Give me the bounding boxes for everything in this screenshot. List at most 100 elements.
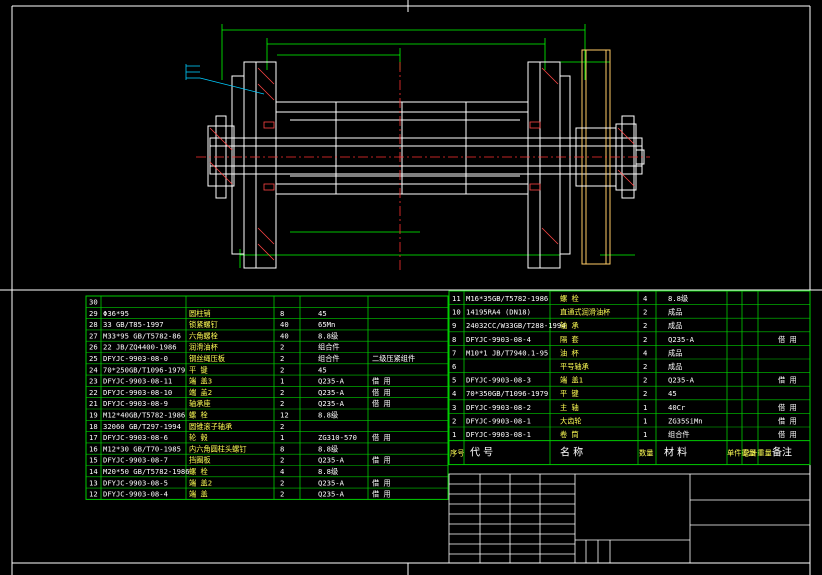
bom-right-row-material: 成品 (668, 308, 682, 317)
bom-left-row-name: 钢丝绳压板 (189, 354, 225, 363)
bom-left-row-material: 组合件 (318, 354, 340, 363)
bom-left-row-qty: 2 (280, 354, 284, 363)
bom-right-row-code: 70*350GB/T1096-1979 (466, 389, 548, 398)
bom-left-row-note: 借 用 (372, 377, 391, 386)
bom-right-row-no: 11 (452, 294, 461, 303)
bom-header-name: 名 称 (560, 446, 583, 459)
bom-right-row-name: 直通式润滑油杯 (560, 308, 610, 317)
winch-drum-section-view (185, 24, 650, 270)
bom-right-row-qty: 2 (643, 376, 647, 385)
bom-left-row-code: DFYJC-9903-08-6 (103, 433, 168, 442)
bom-left-row-qty: 2 (280, 388, 284, 397)
bom-right-row-name: 隔 套 (560, 335, 579, 344)
bom-right-row-qty: 1 (643, 403, 647, 412)
bom-right-row-code: M10*1 JB/T7940.1-95 (466, 348, 548, 357)
bom-left-row-code: Φ36*95 (103, 309, 129, 318)
bom-left-row-note: 借 用 (372, 456, 391, 465)
bom-left-row-code: DFYJC-9903-08-5 (103, 478, 168, 487)
bom-left-row-qty: 4 (280, 467, 284, 476)
bom-right-row-qty: 1 (643, 430, 647, 439)
bom-left-row-material: 8.8级 (318, 331, 338, 340)
bom-right-row-material: 成品 (668, 362, 682, 371)
bom-left-row-note: 借 用 (372, 490, 391, 499)
bom-left-row-no: 17 (89, 433, 98, 442)
bom-header-no: 序号 (450, 449, 464, 458)
bom-right-row-note: 借 用 (778, 430, 797, 439)
bom-right-row-code: 14195RA4 (DN18) (466, 308, 531, 317)
bom-right-row-note: 借 用 (778, 335, 797, 344)
bom-right-row-material: 组合件 (668, 430, 690, 439)
bom-right-row-no: 3 (452, 403, 456, 412)
bom-left-row-name: 轴承座 (189, 399, 211, 408)
part-callout (185, 64, 265, 95)
bom-left-row-note: 借 用 (372, 433, 391, 442)
bom-left-table: 3029 Φ36*95 圆柱销 8 4528 33 GB/T85-1997 锁紧螺钉 40 65… (85, 295, 449, 500)
bom-left-row-qty: 2 (280, 365, 284, 374)
bom-right-row-code: 24032CC/W33GB/T288-1994 (466, 321, 566, 330)
bom-left-row-material: 组合件 (318, 343, 340, 352)
drum-barrel (275, 101, 529, 195)
bom-right-row-note: 借 用 (778, 403, 797, 412)
bom-left-row-material: Q235-A (318, 399, 345, 408)
bom-right-row-name: 油 杯 (560, 348, 579, 357)
bom-right-row-note: 借 用 (778, 416, 797, 425)
bom-left-row-name: 端 盖2 (189, 388, 212, 397)
bom-right-row-qty: 2 (643, 335, 647, 344)
bom-right-row-qty: 2 (643, 308, 647, 317)
bom-left-row-no: 26 (89, 343, 98, 352)
bom-left-row-name: 端 盖2 (189, 478, 212, 487)
bom-left-row-name: 端 盖 (189, 490, 208, 499)
bom-left-row-name: 轮 毂 (189, 433, 208, 442)
bom-left-row-qty: 2 (280, 399, 284, 408)
bom-left-row-code: DFYJC-9903-08-9 (103, 399, 168, 408)
right-flange (527, 61, 571, 269)
bom-right-row-name: 轴 承 (560, 321, 579, 330)
bom-right-row-no: 4 (452, 389, 456, 398)
bom-left-row-qty: 2 (280, 456, 284, 465)
bom-right-row-code: M16*35GB/T5782-1986 (466, 294, 548, 303)
bom-left-row-no: 16 (89, 444, 98, 453)
bom-right-row-name: 螺 栓 (560, 294, 579, 303)
bom-left-row-qty: 8 (280, 444, 284, 453)
bom-left-row-name: 螺 栓 (189, 467, 208, 476)
bom-left-row-material: 8.8级 (318, 411, 338, 420)
bom-left-row-material: Q235-A (318, 478, 345, 487)
bom-left-row-no: 23 (89, 377, 98, 386)
bom-left-row-material: Q235-A (318, 377, 345, 386)
bom-right-row-no: 7 (452, 348, 456, 357)
bom-left-row-code: M20*50 GB/T5782-1986 (103, 467, 190, 476)
bom-right-row-material: 成品 (668, 321, 682, 330)
bom-left-row-no: 15 (89, 456, 98, 465)
bom-left-row-qty: 40 (280, 320, 289, 329)
bom-right-row-note: 借 用 (778, 376, 797, 385)
bom-left-row-name: 六角螺栓 (189, 331, 218, 340)
bom-right-table: 11 M16*35GB/T5782-1986 螺 栓 4 8.8级10 14195RA4 … (448, 290, 811, 466)
bom-left-row-no: 29 (89, 309, 98, 318)
bom-right-row-no: 1 (452, 430, 456, 439)
bom-right-row-no: 5 (452, 376, 456, 385)
bom-right-row-name: 端 盖1 (560, 376, 583, 385)
main-shaft (209, 137, 643, 175)
cad-drawing-canvas: 3029 Φ36*95 圆柱销 8 4528 33 GB/T85-1997 锁紧螺钉 40 65… (0, 0, 822, 575)
bom-left-row-code: M12*30 GB/T70-1985 (103, 444, 181, 453)
bom-left-row-material: 8.8级 (318, 444, 338, 453)
bom-left-row-note: 借 用 (372, 478, 391, 487)
bom-right-row-name: 平 键 (560, 389, 579, 398)
bom-left-row-no: 27 (89, 331, 98, 340)
bom-left-row-code: 32060 GB/T297-1994 (103, 422, 181, 431)
bom-left-row-code: 22 JB/ZQ4400-1986 (103, 343, 177, 352)
bom-left-row-no: 28 (89, 320, 98, 329)
bom-right-row-qty: 2 (643, 389, 647, 398)
bom-right-row-no: 10 (452, 308, 461, 317)
bom-right-row-code: DFYJC-9903-08-2 (466, 403, 531, 412)
bom-left-row-material: Q235-A (318, 490, 345, 499)
bom-left-row-note: 借 用 (372, 399, 391, 408)
bom-left-row-no: 12 (89, 490, 98, 499)
bom-right-row-material: ZG35SiMn (668, 416, 703, 425)
bom-left-row-qty: 2 (280, 422, 284, 431)
bom-left-row-code: DFYJC-9903-08-4 (103, 490, 168, 499)
bom-left-row-note: 二级压紧组件 (372, 354, 415, 363)
bom-header-note: 备注 (772, 446, 792, 459)
bom-right-row-code: DFYJC-9903-08-1 (466, 430, 531, 439)
bom-left-row-no: 21 (89, 399, 98, 408)
